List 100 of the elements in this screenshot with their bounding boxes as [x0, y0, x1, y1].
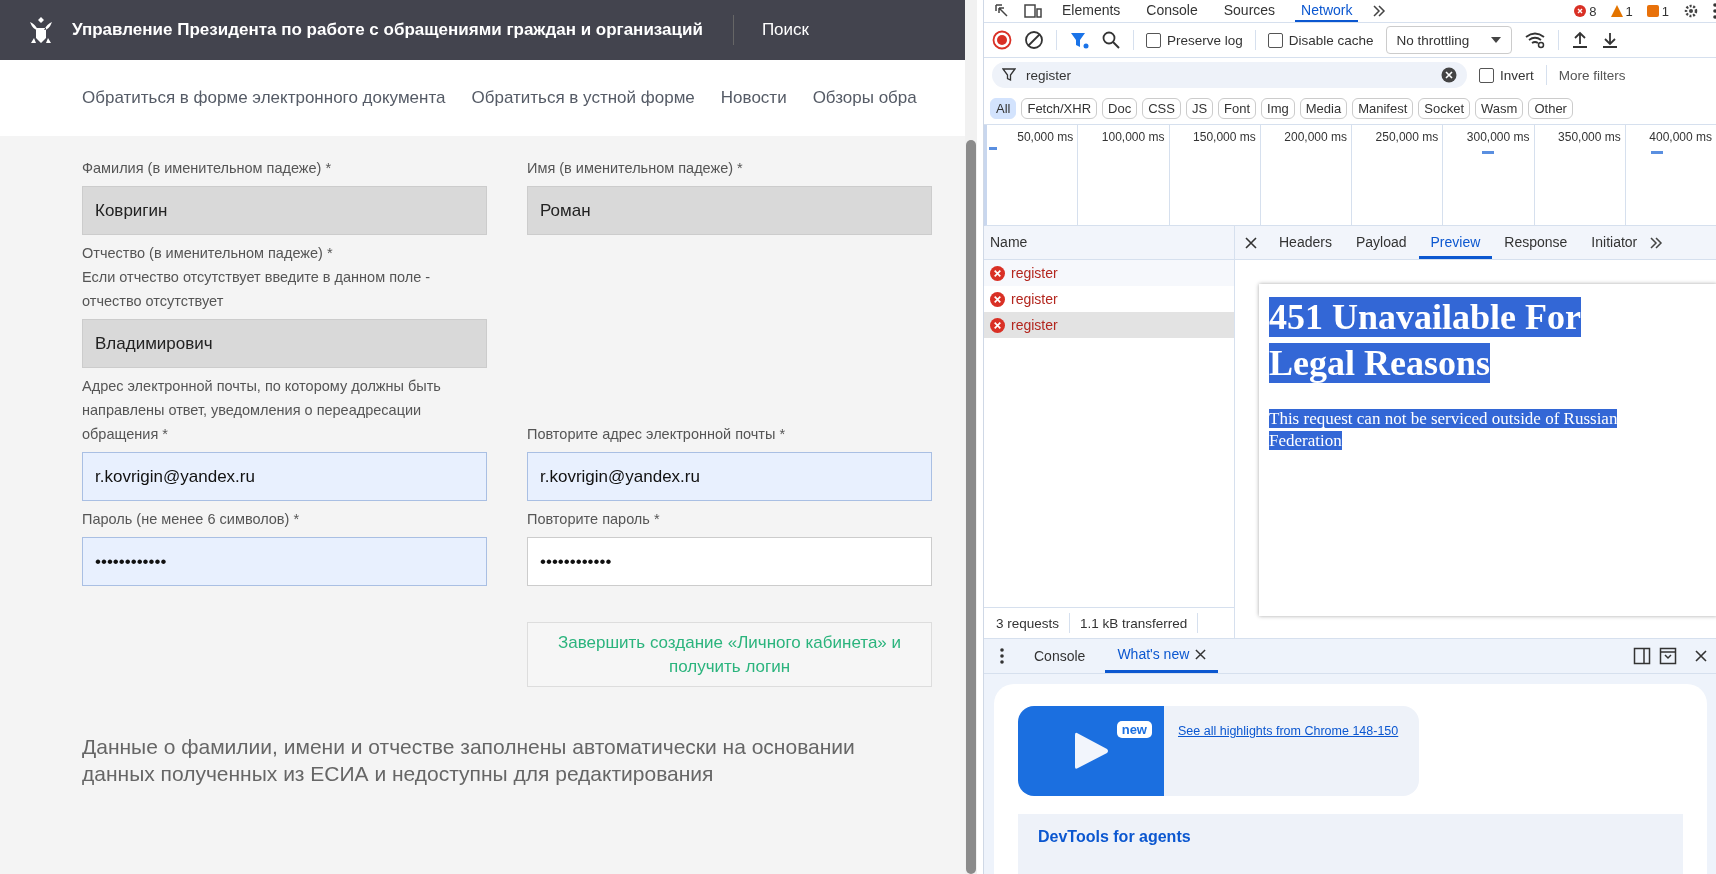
detail-tab[interactable]: Payload	[1343, 226, 1419, 259]
record-icon[interactable]	[992, 30, 1012, 50]
caret-icon	[1491, 37, 1502, 43]
nav-link[interactable]: Обратиться в форме электронного документа	[82, 88, 446, 108]
preserve-log-checkbox[interactable]: Preserve log	[1146, 32, 1243, 48]
request-row[interactable]: register	[984, 312, 1234, 338]
disable-cache-checkbox[interactable]: Disable cache	[1267, 32, 1374, 48]
column-header[interactable]: Name	[984, 226, 1234, 260]
timeline-bar	[1482, 151, 1494, 154]
type-filter-chip[interactable]: All	[990, 97, 1017, 119]
timeline-tick: 250,000 ms	[1375, 130, 1439, 144]
error-icon	[1574, 5, 1587, 17]
request-row[interactable]: register	[984, 260, 1234, 286]
clear-icon[interactable]	[1441, 67, 1457, 83]
devtools-tab[interactable]: Sources	[1217, 0, 1282, 22]
field-label: Адрес электронной почты, по которому должны быть направлены ответ, уведомления о переадресации обращения *	[82, 377, 442, 444]
timeline-tick: 50,000 ms	[1017, 130, 1074, 144]
timeline-tick: 400,000 ms	[1649, 130, 1712, 144]
nav-link[interactable]: Новости	[720, 88, 787, 108]
device-icon[interactable]	[1024, 3, 1042, 19]
timeline-bar	[989, 147, 997, 150]
info-note: Данные о фамилии, имени и отчестве заполнены автоматически на основании данных полученных из ЕСИА и недоступны для редактирования	[82, 734, 856, 787]
drawer-tab[interactable]: Console	[1022, 639, 1098, 673]
type-filter-chip[interactable]: CSS	[1142, 97, 1181, 119]
inspect-icon[interactable]	[994, 3, 1010, 19]
download-icon[interactable]	[1601, 31, 1620, 49]
transferred-size: 1.1 kB transferred	[1080, 615, 1188, 631]
field-label: Повторите адрес электронной почты *	[527, 425, 787, 444]
search-link[interactable]: Поиск	[761, 20, 809, 40]
type-filter-chip[interactable]: Font	[1218, 97, 1257, 119]
preview-heading: 451 Unavailable For Legal Reasons	[1269, 296, 1582, 385]
search-icon[interactable]	[1101, 30, 1121, 50]
clear-icon[interactable]	[1024, 30, 1044, 50]
error-count[interactable]: 8	[1589, 3, 1597, 19]
timeline-tick: 200,000 ms	[1284, 130, 1347, 144]
filter-icon	[1002, 68, 1016, 82]
field-label: Повторите пароль *	[527, 510, 661, 529]
warning-icon	[1610, 5, 1623, 17]
wifi-gear-icon[interactable]	[1524, 31, 1547, 49]
request-row[interactable]: register	[984, 286, 1234, 312]
filter-field[interactable]: register	[992, 62, 1467, 88]
error-icon	[990, 265, 1005, 281]
site-title: Управление Президента по работе с обращениями граждан и организаций	[72, 20, 703, 40]
close-icon[interactable]	[1195, 649, 1207, 660]
highlights-link[interactable]: See all highlights from Chrome 148-150	[1164, 706, 1419, 796]
devtools-tab[interactable]: Network	[1295, 0, 1359, 22]
invert-checkbox[interactable]: Invert	[1479, 67, 1534, 83]
type-filter-chip[interactable]: JS	[1185, 97, 1214, 119]
error-icon	[990, 317, 1005, 333]
new-badge: new	[1116, 721, 1152, 738]
video-thumbnail[interactable]: new	[1018, 706, 1164, 796]
field-label: Фамилия (в именительном падеже) *	[82, 159, 333, 178]
more-tabs-icon[interactable]	[1649, 236, 1664, 249]
type-filter-chip[interactable]: Manifest	[1352, 97, 1414, 119]
field-label: Пароль (не менее 6 символов) *	[82, 510, 301, 529]
detail-tab[interactable]: Headers	[1267, 226, 1344, 259]
type-filter-chip[interactable]: Other	[1528, 97, 1573, 119]
type-filter-chip[interactable]: Fetch/XHR	[1021, 97, 1098, 119]
request-count: 3 requests	[996, 615, 1060, 631]
close-icon[interactable]	[1245, 236, 1257, 249]
preview-text: This request can not be serviced outside of Russian Federation	[1269, 408, 1619, 452]
more-tabs-icon[interactable]	[1372, 5, 1387, 17]
nav-link[interactable]: Обратиться в устной форме	[471, 88, 695, 108]
timeline-tick: 300,000 ms	[1466, 130, 1530, 144]
input-field[interactable]: r.kovrigin@yandex.ru	[82, 452, 487, 501]
detail-tab[interactable]: Response	[1492, 226, 1580, 259]
devtools-tab[interactable]: Console	[1140, 0, 1204, 22]
dock-bottom-icon[interactable]	[1659, 647, 1677, 665]
dock-side-icon[interactable]	[1633, 647, 1651, 665]
filter-icon[interactable]	[1069, 30, 1089, 50]
close-icon[interactable]	[1695, 650, 1707, 662]
issue-icon	[1646, 5, 1659, 17]
timeline-bar	[1651, 151, 1663, 154]
timeline-tick: 150,000 ms	[1193, 130, 1256, 144]
input-field[interactable]: ••••••••••••	[82, 537, 487, 586]
settings-icon[interactable]	[1683, 3, 1699, 19]
detail-tab[interactable]: Initiator	[1579, 226, 1650, 259]
more-options-icon[interactable]	[1000, 648, 1004, 664]
scrollbar-thumb[interactable]	[966, 140, 976, 874]
more-filters-button[interactable]: More filters	[1558, 67, 1626, 83]
type-filter-chip[interactable]: Socket	[1418, 97, 1471, 119]
input-field[interactable]: r.kovrigin@yandex.ru	[527, 452, 932, 501]
timeline-tick: 100,000 ms	[1101, 130, 1165, 144]
input-field[interactable]: ••••••••••••	[527, 537, 932, 586]
type-filter-chip[interactable]: Wasm	[1475, 97, 1524, 119]
nav-link[interactable]: Обзоры обра	[812, 88, 917, 108]
upload-icon[interactable]	[1571, 31, 1590, 49]
issue-count[interactable]: 1	[1661, 3, 1669, 19]
throttling-dropdown[interactable]: No throttling	[1385, 26, 1513, 54]
devtools-tab[interactable]: Elements	[1056, 0, 1127, 22]
more-options-icon[interactable]	[1713, 3, 1716, 19]
field-label: Отчество (в именительном падеже) * Если отчество отсутствует введите в данном поле - отчество отсутствует	[82, 244, 432, 311]
error-icon	[990, 291, 1005, 307]
timeline-tick: 350,000 ms	[1558, 130, 1621, 144]
warning-count[interactable]: 1	[1625, 3, 1633, 19]
type-filter-chip[interactable]: Media	[1299, 97, 1348, 119]
type-filter-chip[interactable]: Doc	[1102, 97, 1138, 119]
card-title: DevTools for agents	[1038, 828, 1191, 845]
detail-tab[interactable]: Preview	[1418, 226, 1493, 259]
type-filter-chip[interactable]: Img	[1261, 97, 1295, 119]
